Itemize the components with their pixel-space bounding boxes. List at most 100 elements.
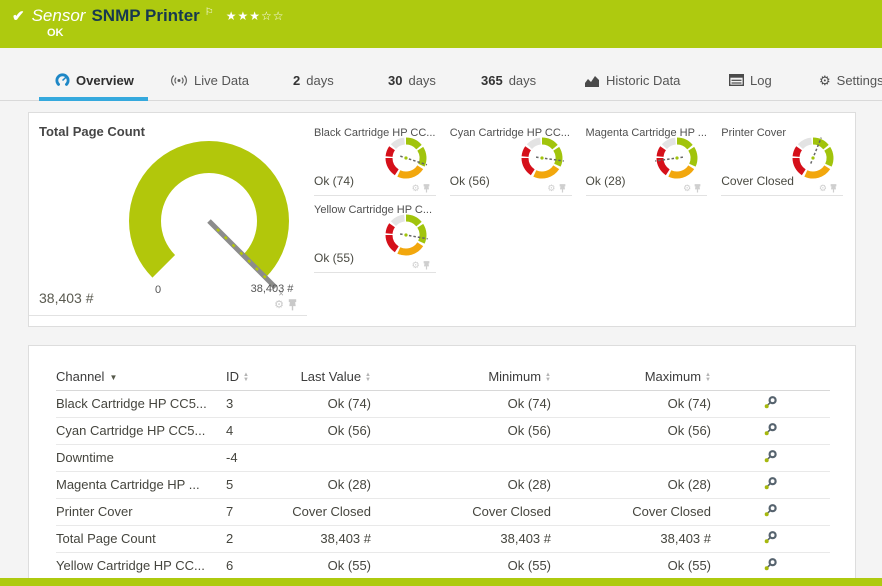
tile-settings-gear-icon[interactable]: ⚙ xyxy=(547,184,555,193)
channel-settings-wrench-icon[interactable] xyxy=(763,476,778,491)
table-row-black-cartridge-hp-cc5[interactable]: Black Cartridge HP CC5...3Ok (74)Ok (74)… xyxy=(56,390,830,417)
tab-number: 365 xyxy=(481,73,503,88)
gauge-tile-black-cartridge-hp-cc[interactable]: Black Cartridge HP CC... Ok (74) ⚙ xyxy=(314,119,436,196)
favorite-flag-icon[interactable]: ⚐ xyxy=(205,7,214,18)
tab-historic-data[interactable]: Historic Data xyxy=(584,60,680,100)
sensor-status-badge: OK xyxy=(47,27,64,39)
main-gauge-title: Total Page Count xyxy=(39,124,145,139)
cell-id: 5 xyxy=(226,471,286,498)
channel-settings-wrench-icon[interactable] xyxy=(763,557,778,572)
channel-gauge xyxy=(789,134,837,182)
table-row-total-page-count[interactable]: Total Page Count238,403 #38,403 #38,403 … xyxy=(56,525,830,552)
cell-channel[interactable]: Black Cartridge HP CC5... xyxy=(56,390,226,417)
cell-id: 3 xyxy=(226,390,286,417)
column-label: Channel xyxy=(56,369,104,384)
cell-minimum xyxy=(371,444,551,471)
gauge-scale-min: 0 xyxy=(155,284,161,296)
gauges-panel: Total Page Count × 0 38,403 # 38,403 # ⚙… xyxy=(28,112,856,327)
cell-minimum: Cover Closed xyxy=(371,498,551,525)
cell-maximum: Ok (28) xyxy=(551,471,711,498)
stars-filled[interactable]: ★★★ xyxy=(226,9,261,23)
cell-id: -4 xyxy=(226,444,286,471)
cell-channel[interactable]: Cyan Cartridge HP CC5... xyxy=(56,417,226,444)
gauge-tile-printer-cover[interactable]: Printer Cover Cover Closed ⚙ xyxy=(721,119,843,196)
tab-365-days[interactable]: 365days xyxy=(481,60,536,100)
priority-stars[interactable]: ★★★☆☆ xyxy=(226,9,285,23)
cell-channel[interactable]: Downtime xyxy=(56,444,226,471)
channel-gauge xyxy=(382,134,430,182)
channel-gauge-title: Printer Cover xyxy=(721,127,786,139)
tab-label: days xyxy=(306,73,333,88)
channel-settings-wrench-icon[interactable] xyxy=(763,422,778,437)
gauge-tile-magenta-cartridge-hp[interactable]: Magenta Cartridge HP ... Ok (28) ⚙ xyxy=(586,119,708,196)
tile-pin-icon[interactable] xyxy=(288,299,297,311)
cell-maximum: Ok (56) xyxy=(551,417,711,444)
table-row-downtime[interactable]: Downtime-4 xyxy=(56,444,830,471)
tab-label: Log xyxy=(750,73,772,88)
column-header-maximum[interactable]: Maximum▲▼ xyxy=(551,364,711,390)
tab-settings[interactable]: ⚙Settings xyxy=(819,60,882,100)
sort-desc-icon: ▼ xyxy=(109,373,117,382)
cell-channel[interactable]: Magenta Cartridge HP ... xyxy=(56,471,226,498)
table-row-magenta-cartridge-hp[interactable]: Magenta Cartridge HP ...5Ok (28)Ok (28)O… xyxy=(56,471,830,498)
tile-settings-gear-icon[interactable]: ⚙ xyxy=(683,184,691,193)
tile-settings-gear-icon[interactable]: ⚙ xyxy=(412,184,420,193)
gear-icon: ⚙ xyxy=(819,74,831,87)
object-kind-label: Sensor xyxy=(32,6,86,26)
tile-pin-icon[interactable] xyxy=(830,184,837,193)
cell-maximum: Cover Closed xyxy=(551,498,711,525)
channel-settings-wrench-icon[interactable] xyxy=(763,395,778,410)
gauge-tile-yellow-cartridge-hp-c[interactable]: Yellow Cartridge HP C... Ok (55) ⚙ xyxy=(314,196,436,273)
cell-channel[interactable]: Total Page Count xyxy=(56,525,226,552)
column-label: ID xyxy=(226,369,239,384)
tab-label: Overview xyxy=(76,73,134,88)
cell-channel[interactable]: Yellow Cartridge HP CC... xyxy=(56,552,226,579)
tile-settings-gear-icon[interactable]: ⚙ xyxy=(819,184,827,193)
channel-gauge xyxy=(518,134,566,182)
cell-last-value xyxy=(286,444,371,471)
column-header-id[interactable]: ID▲▼ xyxy=(226,364,286,390)
tab-2-days[interactable]: 2days xyxy=(293,60,334,100)
channel-settings-wrench-icon[interactable] xyxy=(763,503,778,518)
cell-last-value: Ok (56) xyxy=(286,417,371,444)
cell-minimum: Ok (28) xyxy=(371,471,551,498)
cell-id: 7 xyxy=(226,498,286,525)
channel-gauge-value: Ok (28) xyxy=(586,174,626,188)
channel-settings-wrench-icon[interactable] xyxy=(763,449,778,464)
cell-last-value: Ok (55) xyxy=(286,552,371,579)
channel-gauge-value: Ok (74) xyxy=(314,174,354,188)
column-header-minimum[interactable]: Minimum▲▼ xyxy=(371,364,551,390)
channel-settings-wrench-icon[interactable] xyxy=(763,530,778,545)
total-page-count-tile[interactable]: Total Page Count × 0 38,403 # 38,403 # ⚙ xyxy=(29,113,307,316)
tile-settings-gear-icon[interactable]: ⚙ xyxy=(412,261,420,270)
chart-icon xyxy=(584,74,600,87)
cell-channel[interactable]: Printer Cover xyxy=(56,498,226,525)
cell-id: 2 xyxy=(226,525,286,552)
channel-gauge-value: Ok (55) xyxy=(314,251,354,265)
column-header-channel[interactable]: Channel ▼ xyxy=(56,364,226,390)
channel-gauge xyxy=(653,134,701,182)
cell-maximum: 38,403 # xyxy=(551,525,711,552)
tab-number: 30 xyxy=(388,73,402,88)
cell-minimum: 38,403 # xyxy=(371,525,551,552)
cell-last-value: Ok (28) xyxy=(286,471,371,498)
broadcast-icon xyxy=(170,74,188,87)
tab-overview[interactable]: Overview xyxy=(55,60,134,100)
tab-30-days[interactable]: 30days xyxy=(388,60,436,100)
next-section-bar xyxy=(0,578,882,586)
main-gauge-value: 38,403 # xyxy=(39,290,94,306)
stars-empty[interactable]: ☆☆ xyxy=(261,9,285,23)
tab-log[interactable]: Log xyxy=(729,60,772,100)
tile-pin-icon[interactable] xyxy=(694,184,701,193)
tile-pin-icon[interactable] xyxy=(423,261,430,270)
column-header-last-value[interactable]: Last Value▲▼ xyxy=(286,364,371,390)
tile-settings-gear-icon[interactable]: ⚙ xyxy=(274,300,284,311)
tile-pin-icon[interactable] xyxy=(559,184,566,193)
tile-pin-icon[interactable] xyxy=(423,184,430,193)
table-row-cyan-cartridge-hp-cc5[interactable]: Cyan Cartridge HP CC5...4Ok (56)Ok (56)O… xyxy=(56,417,830,444)
sensor-title: SNMP Printer xyxy=(91,6,199,26)
tab-live-data[interactable]: Live Data xyxy=(170,60,249,100)
table-row-printer-cover[interactable]: Printer Cover7Cover ClosedCover ClosedCo… xyxy=(56,498,830,525)
gauge-tile-cyan-cartridge-hp-cc[interactable]: Cyan Cartridge HP CC... Ok (56) ⚙ xyxy=(450,119,572,196)
table-row-yellow-cartridge-hp-cc[interactable]: Yellow Cartridge HP CC...6Ok (55)Ok (55)… xyxy=(56,552,830,579)
